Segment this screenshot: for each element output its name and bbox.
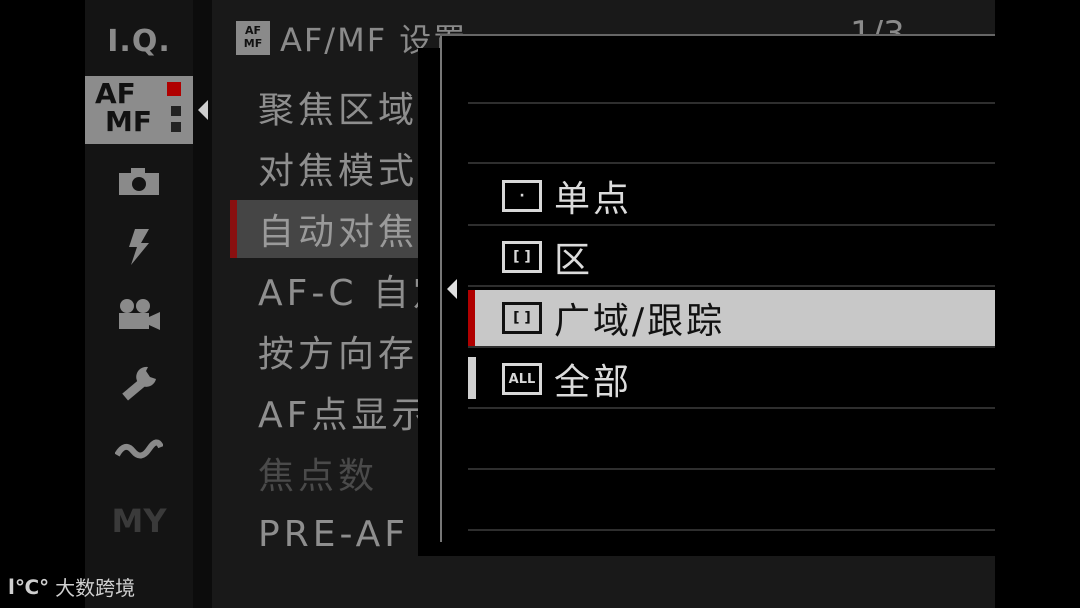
watermark-logo: l℃° [8, 574, 50, 599]
option-label: 单点 [554, 179, 633, 220]
menu-item-af-c-custom[interactable]: AF-C 自定义设置 [230, 261, 450, 319]
popup-empty-row [468, 473, 995, 531]
menu-item-af-mode[interactable]: 自动对焦模式 [230, 200, 450, 258]
menu-item-focus-area[interactable]: 聚焦区域 [230, 78, 450, 136]
popup-left-edge [440, 34, 442, 542]
popup-empty-row [468, 412, 995, 470]
option-single-point[interactable]: · 单点 [468, 168, 995, 226]
tab-shooting[interactable] [85, 158, 193, 204]
zone-glyph: [ ] [513, 249, 531, 265]
tab-iq-label: I.Q. [107, 23, 171, 59]
page-indicator-active [167, 82, 181, 96]
menu-item-af-point-display[interactable]: AF点显示 [230, 383, 450, 441]
menu-item-number-of-focus-points: 焦点数 [258, 456, 379, 497]
tab-column: I.Q. AF MF MY [85, 0, 193, 608]
popup-top-edge [440, 34, 995, 36]
tab-my-label: MY [111, 502, 167, 540]
camera-icon [119, 168, 159, 195]
popup-empty-row [468, 106, 995, 164]
menu-item-focus-mode[interactable]: 对焦模式 [230, 139, 450, 197]
wave-icon [115, 439, 163, 459]
option-label: 区 [554, 240, 594, 281]
menu-item-store-af-by-orientation[interactable]: 按方向存储AF模式 [230, 322, 450, 380]
page-indicator [171, 106, 181, 116]
tab-setup[interactable] [85, 358, 193, 408]
popup-pointer-icon [447, 279, 457, 299]
watermark-text: 大数跨境 [55, 576, 136, 600]
all-glyph: ALL [508, 371, 536, 387]
flash-icon [129, 229, 149, 265]
tab-afmf-label: AF MF [95, 80, 152, 136]
watermark: l℃° 大数跨境 [8, 572, 135, 601]
single-point-icon: · [502, 180, 542, 212]
wide-tracking-glyph: [ ] [513, 310, 531, 326]
menu-item-pre-af[interactable]: PRE-AF [230, 505, 450, 563]
tab-image-quality[interactable]: I.Q. [85, 18, 193, 64]
all-icon: ALL [502, 363, 542, 395]
zone-icon: [ ] [502, 241, 542, 273]
page-indicator [171, 122, 181, 132]
popup-empty-row [468, 46, 995, 104]
badge-line1: AF [244, 24, 262, 37]
wrench-icon [122, 366, 156, 401]
single-point-glyph: · [519, 188, 525, 204]
tab-pointer-icon [198, 100, 208, 120]
badge-line2: MF [243, 37, 263, 50]
wide-tracking-icon: [ ] [502, 302, 542, 334]
tab-flash[interactable] [85, 222, 193, 272]
option-label: 广域/跟踪 [554, 301, 726, 342]
tab-my-menu[interactable]: MY [85, 496, 193, 546]
tab-afmf[interactable]: AF MF [85, 76, 193, 144]
tab-movie[interactable] [85, 290, 193, 340]
afmf-badge-icon: AF MF [236, 21, 270, 55]
option-wide-tracking[interactable]: [ ] 广域/跟踪 [468, 290, 995, 348]
option-all[interactable]: ALL 全部 [468, 351, 995, 409]
video-icon [119, 299, 160, 330]
option-label: 全部 [554, 362, 633, 403]
tab-connection[interactable] [85, 426, 193, 476]
option-zone[interactable]: [ ] 区 [468, 229, 995, 287]
tab-afmf-line2: MF [105, 105, 152, 138]
